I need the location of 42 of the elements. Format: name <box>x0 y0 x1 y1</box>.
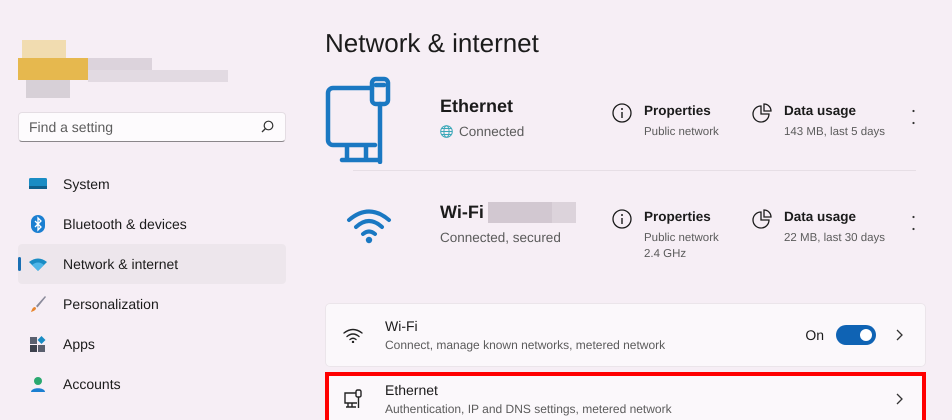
selection-indicator <box>18 257 21 271</box>
bluetooth-icon <box>31 215 45 233</box>
sidebar-item[interactable]: Network & internet <box>18 244 286 284</box>
sidebar-item[interactable]: Personalization <box>18 284 286 324</box>
setting-description: Connect, manage known networks, metered network <box>385 338 666 352</box>
ethernet-icon <box>343 389 363 409</box>
info-icon <box>612 103 632 123</box>
info-icon <box>612 209 632 229</box>
setting-title: Wi-Fi <box>385 318 419 334</box>
brush-icon <box>29 295 47 313</box>
chevron-right-icon <box>896 393 903 405</box>
sidebar-item[interactable]: Bluetooth & devices <box>18 204 286 244</box>
toggle-label: On <box>805 327 824 343</box>
properties-link[interactable]: Properties Public network <box>612 75 752 140</box>
connection-name: Wi-Fi <box>440 202 484 223</box>
pie-chart-icon <box>752 209 772 229</box>
connection-name: Ethernet <box>440 96 514 117</box>
setting-card[interactable]: Ethernet Authentication, IP and DNS settings, metered network <box>325 372 926 420</box>
properties-link[interactable]: Properties Public network 2.4 GHz <box>612 181 752 262</box>
wifi-icon <box>346 208 392 244</box>
connection-status: Connected, secured <box>440 230 561 245</box>
monitor-icon <box>29 177 47 191</box>
chevron-right-icon <box>896 329 903 341</box>
sidebar-item[interactable]: Accounts <box>18 364 286 404</box>
toggle-switch[interactable] <box>836 325 876 345</box>
search-field[interactable]: Find a setting <box>18 112 286 142</box>
setting-description: Authentication, IP and DNS settings, metered network <box>385 402 673 416</box>
apps-icon <box>30 336 46 352</box>
wifi-icon <box>343 328 363 342</box>
connection-status: Connected <box>459 124 524 139</box>
search-icon <box>261 120 274 133</box>
wifi-icon <box>29 258 47 270</box>
data-usage-link[interactable]: Data usage 22 MB, last 30 days <box>752 181 902 246</box>
ethernet-computer-icon <box>325 76 391 164</box>
pie-chart-icon <box>752 103 772 123</box>
setting-title: Ethernet <box>385 382 439 398</box>
sidebar-item[interactable]: System <box>18 164 286 204</box>
person-icon <box>30 376 46 392</box>
setting-card[interactable]: Wi-Fi Connect, manage known networks, metered network On <box>325 303 926 367</box>
page-title: Network & internet <box>325 28 540 59</box>
data-usage-link[interactable]: Data usage 143 MB, last 5 days <box>752 75 902 140</box>
sidebar-item[interactable]: Apps <box>18 324 286 364</box>
